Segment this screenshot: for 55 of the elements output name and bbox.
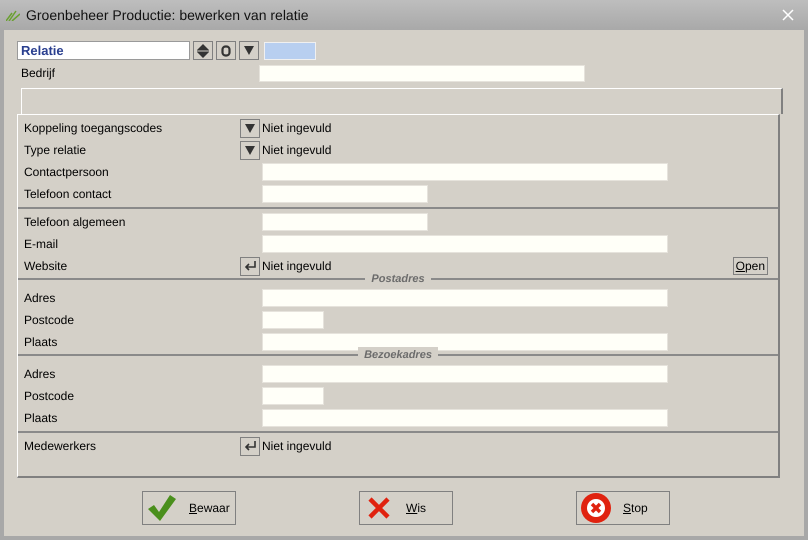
input-field[interactable] xyxy=(262,365,668,383)
save-button[interactable]: Bewaar xyxy=(142,491,236,525)
dropdown-button[interactable] xyxy=(239,41,259,60)
down-triangle-icon xyxy=(245,146,255,154)
field-label: Type relatie xyxy=(24,142,88,159)
enter-arrow-icon xyxy=(243,261,257,271)
up-down-icon xyxy=(197,44,209,58)
input-field[interactable] xyxy=(262,185,428,203)
input-field[interactable] xyxy=(262,311,324,329)
field-label: Koppeling toegangscodes xyxy=(24,120,164,137)
field-label: Plaats xyxy=(24,410,58,427)
value-text: Niet ingevuld xyxy=(262,438,332,455)
field-label: Plaats xyxy=(24,334,58,351)
stop-icon xyxy=(581,493,611,523)
field-label: E-mail xyxy=(24,236,60,253)
enter-button[interactable] xyxy=(240,256,260,276)
input-field[interactable] xyxy=(262,333,668,351)
window-title: Groenbeheer Productie: bewerken van relatie xyxy=(26,6,309,24)
grass-icon xyxy=(6,9,20,21)
field-label: Postcode xyxy=(24,312,76,329)
field-label: Telefoon contact xyxy=(24,186,112,203)
down-triangle-icon xyxy=(245,124,255,132)
clear-button[interactable]: Wis xyxy=(359,491,453,525)
field-label: Medewerkers xyxy=(24,438,98,455)
down-triangle-icon xyxy=(244,46,254,55)
close-icon[interactable] xyxy=(782,9,794,21)
input-field[interactable] xyxy=(262,163,668,181)
field-label: Bedrijf xyxy=(20,65,56,82)
input-field[interactable] xyxy=(262,289,668,307)
spin-button[interactable] xyxy=(193,41,213,60)
field-label: Postcode xyxy=(24,388,76,405)
input-field[interactable] xyxy=(262,235,668,253)
zero-button[interactable] xyxy=(216,41,236,60)
dropdown-button[interactable] xyxy=(240,140,260,160)
input-field[interactable] xyxy=(259,64,585,82)
enter-button[interactable] xyxy=(240,436,260,456)
field-label: Contactpersoon xyxy=(24,164,110,181)
field-label: Adres xyxy=(24,366,56,383)
input-field[interactable] xyxy=(262,409,668,427)
open-button[interactable]: Open xyxy=(732,257,768,275)
value-text: Niet ingevuld xyxy=(262,120,332,137)
dropdown-button[interactable] xyxy=(240,118,260,138)
search-field[interactable] xyxy=(264,42,316,60)
checkmark-icon xyxy=(148,495,176,521)
enter-arrow-icon xyxy=(243,441,257,451)
field-label: Website xyxy=(24,258,68,275)
stop-button[interactable]: Stop xyxy=(576,491,670,525)
field-label: Adres xyxy=(24,290,56,307)
record-field[interactable]: Relatie xyxy=(17,41,190,60)
input-field[interactable] xyxy=(262,387,324,405)
value-text: Niet ingevuld xyxy=(262,258,332,275)
field-label: Telefoon algemeen xyxy=(24,214,126,231)
cross-icon xyxy=(368,497,390,519)
input-field[interactable] xyxy=(262,213,428,231)
value-text: Niet ingevuld xyxy=(262,142,332,159)
